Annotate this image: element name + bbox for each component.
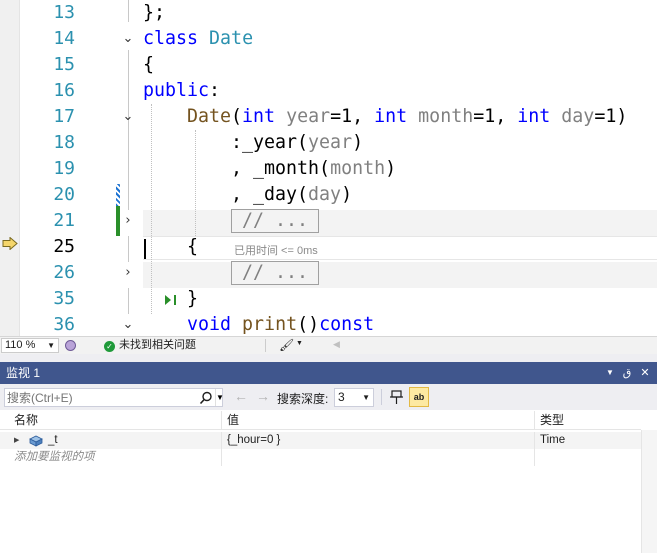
collapse-chevron-icon[interactable]: ⌄ [121,30,135,48]
add-watch-placeholder[interactable]: 添加要监视的项 [9,449,222,466]
column-type[interactable]: 类型 [535,411,641,430]
window-menu-chevron-icon[interactable]: ▼ [602,362,618,384]
empty-cell [222,449,535,466]
line-number: 17 [53,106,75,127]
code-text[interactable]: void print()const [187,312,374,336]
expand-triangle-icon[interactable]: ▶ [14,436,19,444]
column-name[interactable]: 名称 [9,411,222,430]
watch-type: Time [540,434,566,446]
code-text[interactable]: :_year(year) [231,130,363,156]
code-line: 17 ⌄ Date(int year=1, int month=1, int d… [0,104,657,130]
chevron-down-icon[interactable]: ▼ [296,340,303,347]
code-text[interactable]: { [187,234,198,260]
collapse-chevron-icon[interactable]: ⌄ [121,316,135,334]
line-number: 21 [53,210,75,231]
code-line: 35 } [0,286,657,312]
line-number: 16 [53,80,75,101]
code-line: 18 :_year(year) [0,130,657,156]
code-text[interactable]: , _month(month) [231,156,396,182]
search-depth-select[interactable]: 3 ▼ [334,388,374,407]
chevron-down-icon[interactable]: ▼ [215,389,224,406]
line-number: 35 [53,288,75,309]
expand-chevron-icon[interactable]: › [121,264,135,282]
scroll-left-icon[interactable]: ◀ [333,339,340,350]
code-text[interactable]: public: [143,78,220,104]
watch-name[interactable]: _t [43,432,222,449]
chevron-down-icon: ▼ [362,393,370,402]
code-text[interactable]: , _day(day) [231,182,352,208]
line-number: 15 [53,54,75,75]
search-input[interactable] [7,390,195,405]
code-text[interactable]: class Date [143,26,253,52]
code-line: 13 }; [0,0,657,26]
expand-chevron-icon[interactable]: › [121,212,135,230]
editor-status-bar: 110 % ▼ ✓ 未找到相关问题 🖌 ▼ ◀ [0,336,657,354]
variable-icon [29,435,43,447]
code-text[interactable]: // ... [231,260,320,286]
collapsed-block[interactable]: // ... [231,261,320,285]
code-text[interactable]: { [143,52,154,78]
watch-title: 监视 1 [6,366,41,380]
pin-icon[interactable] [388,388,406,406]
add-watch-row[interactable]: 添加要监视的项 [0,449,641,466]
line-number: 13 [53,2,75,23]
hex-display-toggle[interactable]: ab [409,387,429,407]
collapsed-block[interactable]: // ... [231,209,320,233]
watch-title-bar[interactable]: 监视 1 ▼ ق ✕ [0,362,657,384]
chevron-down-icon: ▼ [47,341,55,350]
code-text[interactable]: } [187,286,198,312]
line-number: 19 [53,158,75,179]
line-number: 25 [53,236,75,257]
issues-status[interactable]: ✓ 未找到相关问题 [104,339,196,352]
line-number: 18 [53,132,75,153]
code-text[interactable]: }; [143,0,165,26]
panel-splitter[interactable] [0,354,657,362]
code-text[interactable]: // ... [231,208,320,234]
line-number: 20 [53,184,75,205]
issues-text: 未找到相关问题 [119,339,196,351]
zoom-level: 110 % [5,339,36,351]
brush-icon[interactable] [64,339,77,352]
step-back-icon[interactable] [164,294,178,306]
code-line: 26 › // ... [0,260,657,286]
column-value[interactable]: 值 [222,411,535,430]
code-text[interactable]: Date(int year=1, int month=1, int day=1) [187,104,627,130]
search-icon[interactable] [199,391,213,405]
code-line: 21 › // ... [0,208,657,234]
zoom-dropdown[interactable]: 110 % ▼ [1,338,59,353]
collapse-chevron-icon[interactable]: ⌄ [121,108,135,126]
search-box[interactable]: ▼ [4,388,224,407]
watch-column-header: 名称 值 类型 [0,411,641,430]
close-icon[interactable]: ✕ [637,362,653,384]
search-depth-label: 搜索深度: [277,392,329,406]
code-line: 16 public: [0,78,657,104]
code-line: 19 , _month(month) [0,156,657,182]
empty-cell [535,449,641,466]
line-number: 26 [53,262,75,283]
cleanup-brush-icon[interactable]: 🖌 [279,338,294,352]
code-line: 25 { [0,234,657,260]
perf-tip[interactable]: 已用时间 <= 0ms [234,242,318,258]
code-line: 15 { [0,52,657,78]
back-arrow-icon[interactable]: ← [234,388,248,404]
watch-value[interactable]: {_hour=0 } [222,432,535,449]
watch-toolbar: ▼ ← → 搜索深度: 3 ▼ ab [0,384,657,410]
code-line: 20 , _day(day) [0,182,657,208]
table-row[interactable]: ▶ _t {_hour=0 } Time [0,432,641,449]
code-editor[interactable]: 13 }; 14 ⌄ class Date 15 { 16 public: 17… [0,0,657,336]
code-line: 36 ⌄ void print()const [0,312,657,336]
vertical-scrollbar[interactable] [641,430,657,553]
line-number: 14 [53,28,75,49]
check-icon: ✓ [104,341,115,352]
code-line: 14 ⌄ class Date [0,26,657,52]
divider [265,339,266,352]
line-number: 36 [53,314,75,335]
divider [381,389,382,405]
search-depth-value: 3 [338,390,345,404]
text-caret [144,239,146,259]
pin-icon[interactable]: ق [619,362,635,384]
forward-arrow-icon[interactable]: → [256,388,270,404]
